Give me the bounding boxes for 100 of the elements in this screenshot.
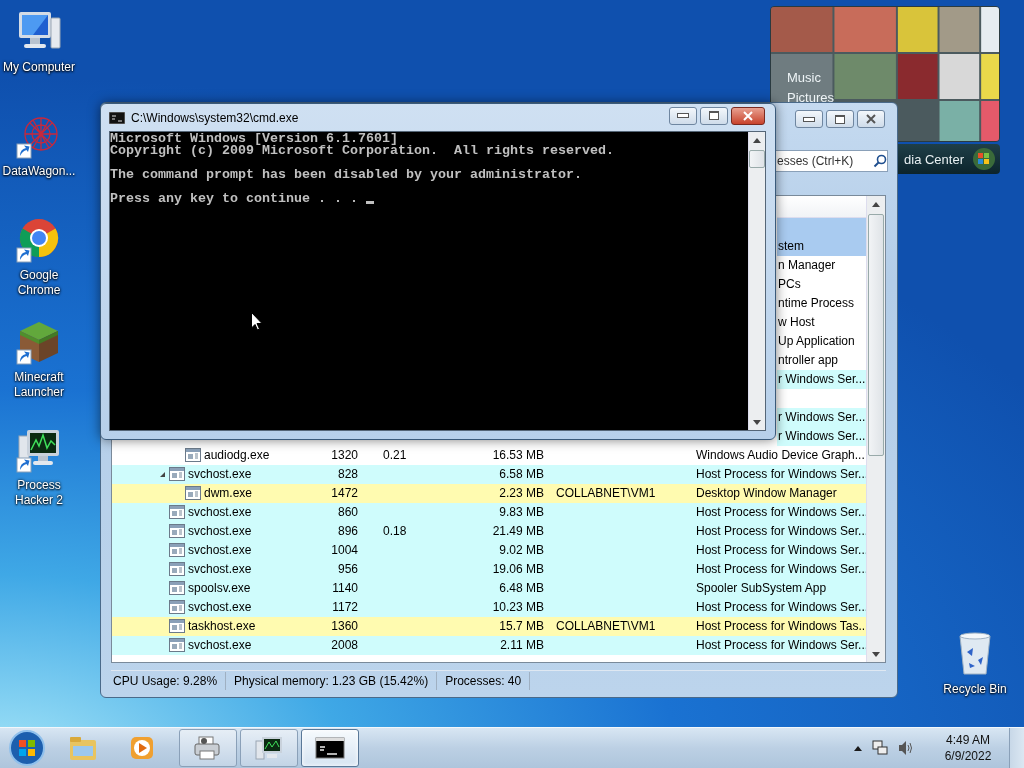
maximize-button[interactable] xyxy=(700,106,728,125)
table-cell: ntroller app xyxy=(778,353,839,368)
menu-item[interactable]: Music xyxy=(787,69,834,86)
status-text: Physical memory: 1.23 GB (15.42%) xyxy=(232,672,438,691)
table-cell: Windows Audio Device Graph... xyxy=(696,448,865,463)
table-cell: taskhost.exe xyxy=(188,619,256,634)
console-line: The command prompt has been disabled by your administrator. xyxy=(110,169,582,181)
table-cell: w Host xyxy=(778,315,815,330)
window-icon xyxy=(185,448,201,463)
table-cell: svchost.exe xyxy=(188,562,252,577)
table-cell: 828 xyxy=(337,467,358,482)
table-cell: 19.06 MB xyxy=(492,562,544,577)
table-cell: spoolsv.exe xyxy=(188,581,251,596)
close-icon xyxy=(865,114,877,124)
window-icon xyxy=(169,562,185,577)
window-icon xyxy=(169,524,185,539)
table-cell: svchost.exe xyxy=(188,638,252,653)
table-cell: audiodg.exe xyxy=(204,448,270,463)
table-cell: 1320 xyxy=(331,448,358,463)
search-field[interactable]: esses (Ctrl+K) xyxy=(774,149,888,172)
expand-icon[interactable] xyxy=(159,470,166,478)
scroll-thumb[interactable] xyxy=(868,213,885,456)
close-button[interactable] xyxy=(857,110,885,128)
scroll-thumb[interactable] xyxy=(749,150,765,168)
icon-label: DataWagon... xyxy=(2,164,76,179)
table-cell: 6.58 MB xyxy=(499,467,544,482)
menu-item[interactable]: Pictures xyxy=(787,89,834,106)
table-cell: stem xyxy=(778,239,804,254)
table-cell: PCs xyxy=(778,277,801,292)
table-cell: COLLABNET\VM1 xyxy=(556,619,656,634)
table-cell: 2.11 MB xyxy=(500,638,544,653)
table-cell: 0.21 xyxy=(383,448,407,463)
minimize-button[interactable] xyxy=(669,106,697,125)
table-cell: 6.48 MB xyxy=(499,581,544,596)
start-button[interactable] xyxy=(8,729,46,767)
table-cell: 1004 xyxy=(331,543,358,558)
minimize-icon xyxy=(803,116,815,122)
table-cell: n Manager xyxy=(778,258,836,273)
caret-icon[interactable] xyxy=(853,744,863,752)
table-cell: svchost.exe xyxy=(188,467,252,482)
network-icon[interactable] xyxy=(871,739,889,757)
console-line: Microsoft Windows [Version 6.1.7601] xyxy=(110,133,398,145)
table-cell: 15.7 MB xyxy=(499,619,544,634)
table-cell: Host Process for Windows Ser... xyxy=(696,524,867,539)
table-cell: Host Process for Windows Ser... xyxy=(696,505,867,520)
close-icon xyxy=(742,110,754,121)
clock-date[interactable]: 6/9/2022 xyxy=(944,748,992,764)
table-cell: 2008 xyxy=(331,638,358,653)
table-cell: ntime Process xyxy=(778,296,855,311)
table-cell: 16.53 MB xyxy=(492,448,544,463)
window-icon xyxy=(169,505,185,520)
table-cell: Host Process for Windows Ser... xyxy=(696,543,867,558)
window-icon xyxy=(169,619,185,634)
down-arrow-icon[interactable] xyxy=(872,652,881,658)
table-cell: 956 xyxy=(337,562,358,577)
table-cell: 1140 xyxy=(332,581,358,596)
icon-label: Recycle Bin xyxy=(943,682,1007,697)
table-cell: 9.02 MB xyxy=(499,543,544,558)
text-cursor xyxy=(365,201,374,204)
window-icon xyxy=(169,467,185,482)
minimize-button[interactable] xyxy=(795,110,823,128)
icon-label: Google Chrome xyxy=(16,268,62,298)
table-cell: Host Process for Windows Ser... xyxy=(696,467,867,482)
maximize-button[interactable] xyxy=(826,110,854,128)
icon-label: Minecraft Launcher xyxy=(12,370,65,400)
table-cell: Desktop Window Manager xyxy=(696,486,837,501)
scrollbar[interactable] xyxy=(866,195,885,663)
table-cell: svchost.exe xyxy=(188,600,252,615)
table-cell: COLLABNET\VM1 xyxy=(556,486,656,501)
gadget-title: dia Center xyxy=(904,151,964,167)
table-cell: 1472 xyxy=(331,486,358,501)
clock-time[interactable]: 4:49 AM xyxy=(946,732,990,748)
table-cell: 2.23 MB xyxy=(499,486,544,501)
table-cell: 896 xyxy=(337,524,358,539)
table-cell: Host Process for Windows Ser... xyxy=(696,638,867,653)
window-title: C:\Windows\system32\cmd.exe xyxy=(131,110,299,125)
status-text: Processes: 40 xyxy=(443,672,531,691)
status-text: CPU Usage: 9.28% xyxy=(111,672,227,691)
minimize-icon xyxy=(677,113,689,118)
scrollbar[interactable] xyxy=(748,132,765,430)
table-cell: 10.23 MB xyxy=(492,600,544,615)
up-arrow-icon[interactable] xyxy=(872,201,881,207)
taskbar-button[interactable] xyxy=(301,729,359,767)
table-cell: 1360 xyxy=(331,619,358,634)
console-icon xyxy=(109,111,125,124)
table-cell: 21.49 MB xyxy=(492,524,544,539)
down-arrow-icon[interactable] xyxy=(753,420,761,425)
speaker-icon[interactable] xyxy=(897,739,915,757)
table-cell: Host Process for Windows Ser... xyxy=(696,562,867,577)
close-button[interactable] xyxy=(731,106,765,125)
table-cell: 1172 xyxy=(332,600,358,615)
table-cell: 860 xyxy=(337,505,358,520)
table-cell: dwm.exe xyxy=(204,486,253,501)
up-arrow-icon[interactable] xyxy=(753,138,761,143)
mouse-pointer-icon xyxy=(251,312,263,331)
maximize-icon xyxy=(835,114,845,124)
taskbar-button[interactable] xyxy=(240,729,298,767)
icon-label: My Computer xyxy=(3,60,75,75)
window-icon xyxy=(169,638,185,653)
table-cell: svchost.exe xyxy=(188,505,252,520)
